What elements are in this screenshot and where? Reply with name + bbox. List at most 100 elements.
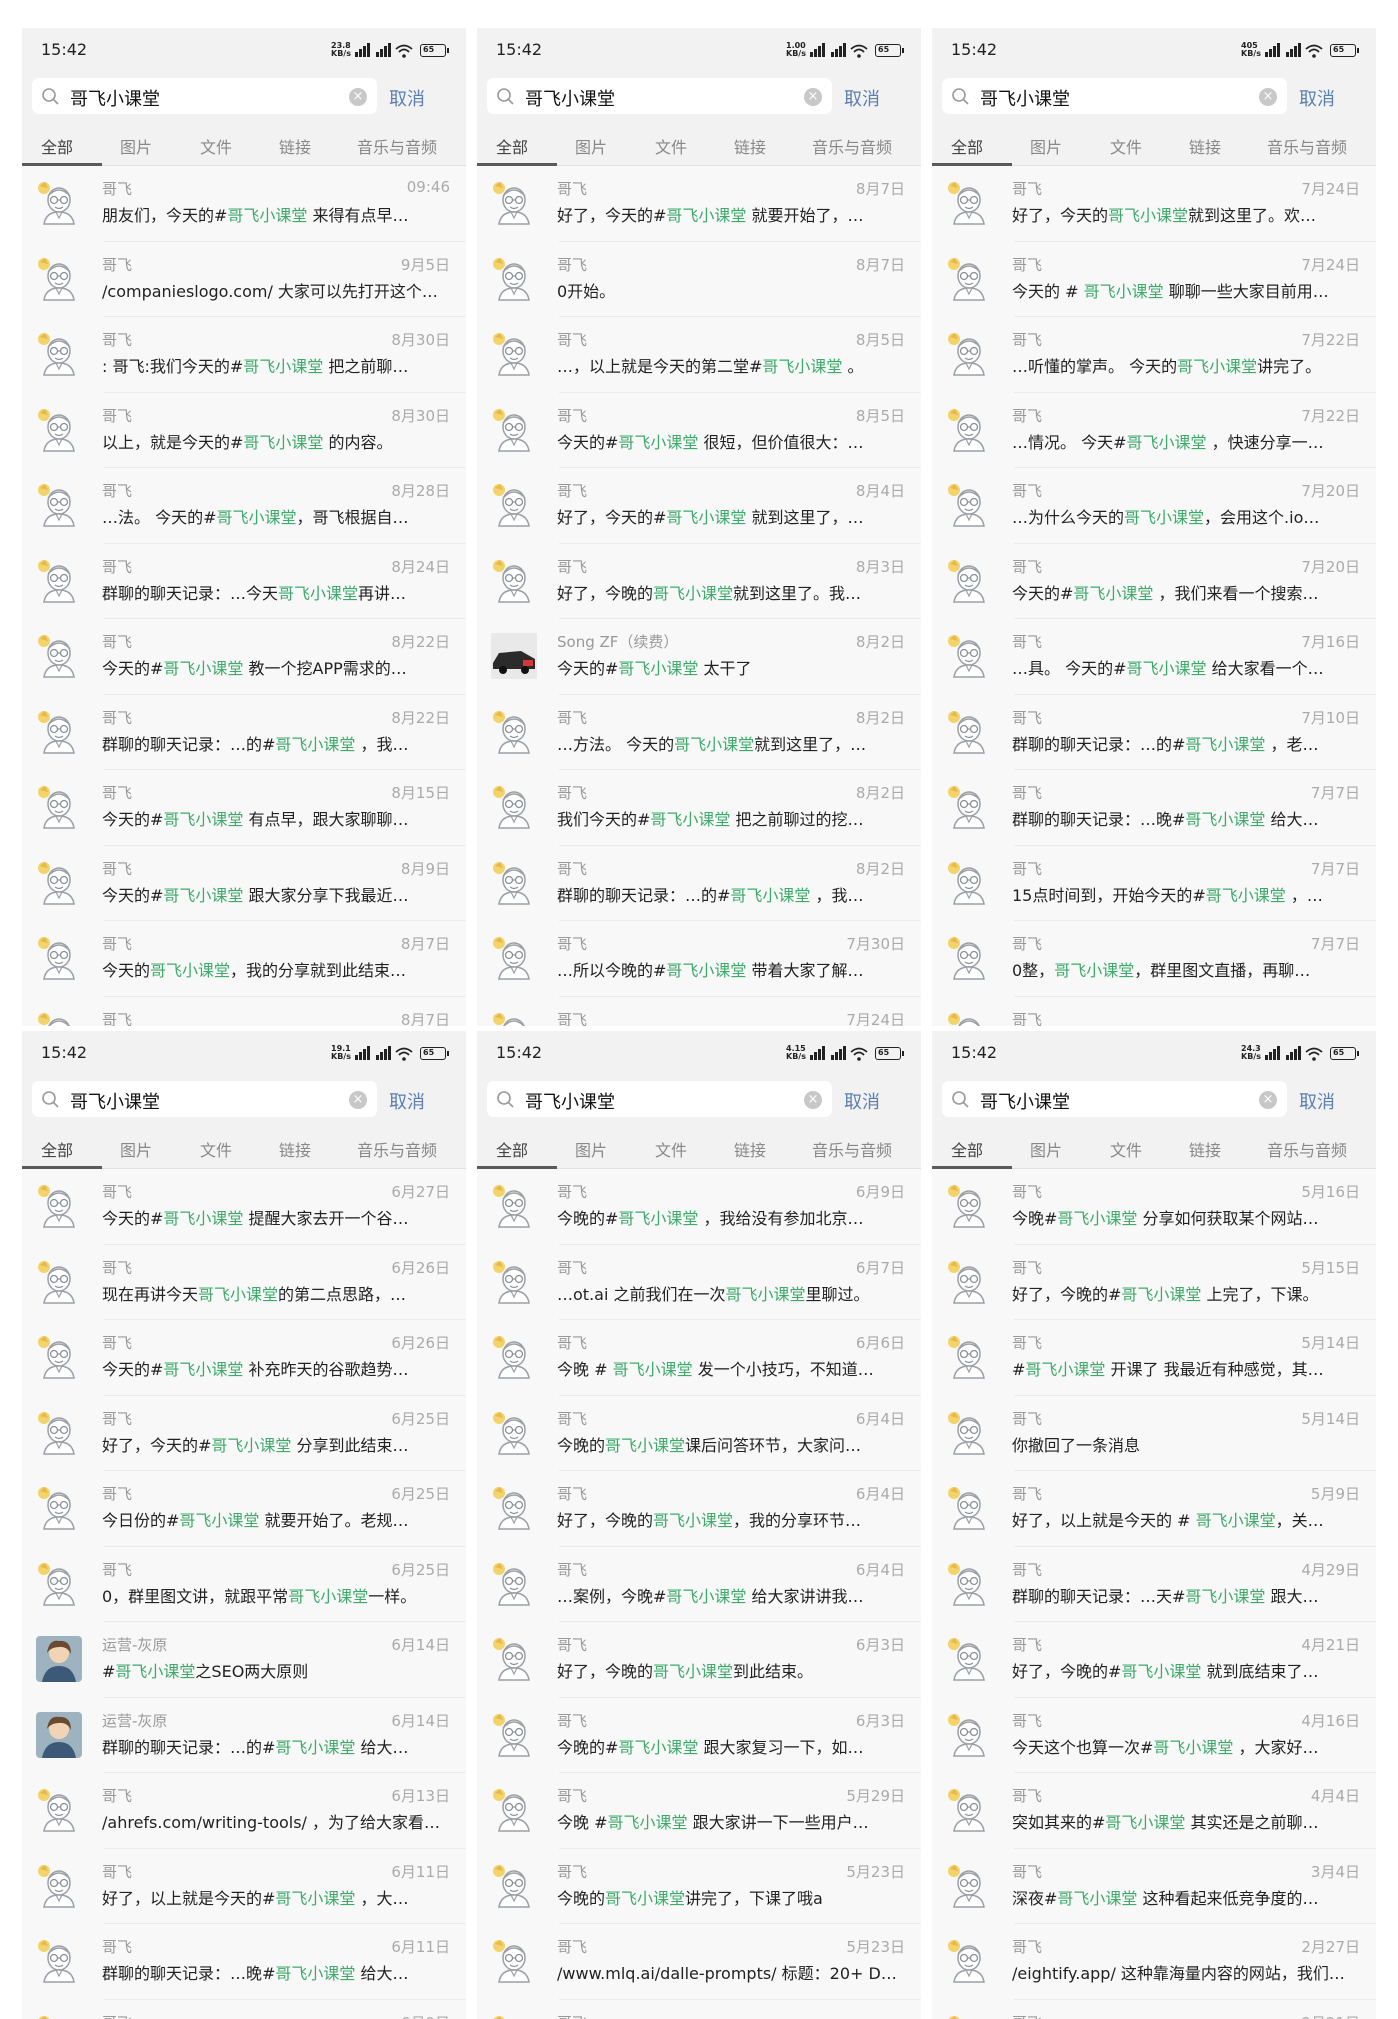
clear-icon[interactable]: × xyxy=(349,1091,367,1109)
cancel-button[interactable]: 取消 xyxy=(389,85,425,111)
list-item[interactable]: 哥飞 8月7日 今天的哥飞小课堂，我的分享就到此结束… xyxy=(22,921,466,997)
list-item[interactable]: 哥飞 6月3日 今晚的#哥飞小课堂 跟大家复习一下，如… xyxy=(477,1697,921,1773)
tab-3[interactable]: 链接 xyxy=(1189,1137,1221,1161)
list-item[interactable]: 哥飞 6月11日 好了，以上就是今天的#哥飞小课堂 ，大… xyxy=(22,1848,466,1924)
list-item[interactable]: 哥飞 7月24日 xyxy=(477,996,921,1026)
list-item[interactable]: 哥飞 9月5日/companieslogo.com/ 大家可以先打开这个… xyxy=(22,241,466,317)
list-item[interactable]: 哥飞 6月25日 好了，今天的#哥飞小课堂 分享到此结束… xyxy=(22,1395,466,1471)
list-item[interactable]: 哥飞 3月4日 深夜#哥飞小课堂 这种看起来低竞争度的… xyxy=(932,1848,1376,1924)
list-item[interactable]: 哥飞 8月2日 …方法。 今天的哥飞小课堂就到这里了，… xyxy=(477,694,921,770)
list-item[interactable]: 哥飞 6月9日 xyxy=(22,1999,466,2019)
list-item[interactable]: 哥飞 6月11日 群聊的聊天记录：…晚#哥飞小课堂 给大… xyxy=(22,1924,466,2000)
tab-0[interactable]: 全部 xyxy=(496,1137,528,1161)
list-item[interactable]: 哥飞 7月7日 0整，哥飞小课堂，群里图文直播，再聊… xyxy=(932,921,1376,997)
list-item[interactable]: 哥飞 2月27日/eightify.app/ 这种靠海量内容的网站，我们… xyxy=(932,1924,1376,2000)
search-input[interactable]: 哥飞小课堂 × xyxy=(942,1081,1287,1117)
list-item[interactable]: 哥飞 5月29日 今晚 #哥飞小课堂 跟大家讲一下一些用户… xyxy=(477,1773,921,1849)
list-item[interactable]: 哥飞 8月5日 今天的#哥飞小课堂 很短，但价值很大：… xyxy=(477,392,921,468)
cancel-button[interactable]: 取消 xyxy=(1299,1088,1335,1114)
list-item[interactable]: 哥飞 6月4日 好了，今晚的哥飞小课堂，我的分享环节… xyxy=(477,1471,921,1547)
list-item[interactable]: 哥飞 7月22日 …听懂的掌声。 今天的哥飞小课堂讲完了。 xyxy=(932,317,1376,393)
tab-2[interactable]: 文件 xyxy=(655,134,687,158)
search-input[interactable]: 哥飞小课堂 × xyxy=(32,78,377,114)
list-item[interactable]: 哥飞 7月16日 …具。 今天的#哥飞小课堂 给大家看一个… xyxy=(932,619,1376,695)
tab-3[interactable]: 链接 xyxy=(279,134,311,158)
list-item[interactable]: 运营-灰原 6月14日 #哥飞小课堂之SEO两大原则 xyxy=(22,1622,466,1698)
list-item[interactable]: 哥飞 7月30日 …所以今晚的#哥飞小课堂 带着大家了解… xyxy=(477,921,921,997)
tab-0[interactable]: 全部 xyxy=(41,134,73,158)
search-input[interactable]: 哥飞小课堂 × xyxy=(487,78,832,114)
clear-icon[interactable]: × xyxy=(804,88,822,106)
list-item[interactable]: 哥飞 4月29日 群聊的聊天记录：…天#哥飞小课堂 跟大… xyxy=(932,1546,1376,1622)
list-item[interactable]: 哥飞 8月30日: 哥飞:我们今天的#哥飞小课堂 把之前聊… xyxy=(22,317,466,393)
list-item[interactable]: 哥飞 2月21日 xyxy=(932,1999,1376,2019)
list-item[interactable]: 哥飞 5月14日 你撤回了一条消息 xyxy=(932,1395,1376,1471)
tab-1[interactable]: 图片 xyxy=(120,134,152,158)
list-item[interactable]: 哥飞 4月4日 突如其来的#哥飞小课堂 其实还是之前聊… xyxy=(932,1773,1376,1849)
list-item[interactable]: 哥飞 8月7日 0开始。 xyxy=(477,241,921,317)
clear-icon[interactable]: × xyxy=(804,1091,822,1109)
tab-1[interactable]: 图片 xyxy=(575,1137,607,1161)
list-item[interactable]: 运营-灰原 6月14日 群聊的聊天记录：…的#哥飞小课堂 给大… xyxy=(22,1697,466,1773)
list-item[interactable]: 哥飞 6月25日 今日份的#哥飞小课堂 就要开始了。老规… xyxy=(22,1471,466,1547)
list-item[interactable]: 哥飞 xyxy=(932,996,1376,1026)
list-item[interactable]: 哥飞 6月13日/ahrefs.com/writing-tools/ ，为了给大家… xyxy=(22,1773,466,1849)
tab-1[interactable]: 图片 xyxy=(120,1137,152,1161)
clear-icon[interactable]: × xyxy=(349,88,367,106)
list-item[interactable]: 哥飞 7月20日 …为什么今天的哥飞小课堂，会用这个.io… xyxy=(932,468,1376,544)
list-item[interactable]: 哥飞 6月25日 0，群里图文讲，就跟平常哥飞小课堂一样。 xyxy=(22,1546,466,1622)
search-input[interactable]: 哥飞小课堂 × xyxy=(487,1081,832,1117)
list-item[interactable]: 哥飞 xyxy=(477,1999,921,2019)
list-item[interactable]: 哥飞 7月7日 群聊的聊天记录：…晚#哥飞小课堂 给大… xyxy=(932,770,1376,846)
list-item[interactable]: 哥飞 6月26日 现在再讲今天哥飞小课堂的第二点思路，… xyxy=(22,1244,466,1320)
list-item[interactable]: 哥飞 8月15日 今天的#哥飞小课堂 有点早，跟大家聊聊… xyxy=(22,770,466,846)
list-item[interactable]: 哥飞 7月24日 今天的 # 哥飞小课堂 聊聊一些大家目前用… xyxy=(932,241,1376,317)
cancel-button[interactable]: 取消 xyxy=(1299,85,1335,111)
tab-0[interactable]: 全部 xyxy=(41,1137,73,1161)
tab-0[interactable]: 全部 xyxy=(951,1137,983,1161)
tab-3[interactable]: 链接 xyxy=(734,134,766,158)
list-item[interactable]: 哥飞 8月30日 以上，就是今天的#哥飞小课堂 的内容。 xyxy=(22,392,466,468)
list-item[interactable]: Song ZF（续费） 8月2日 今天的#哥飞小课堂 太干了 xyxy=(477,619,921,695)
list-item[interactable]: 哥飞 7月7日 15点时间到，开始今天的#哥飞小课堂 ，… xyxy=(932,845,1376,921)
search-input[interactable]: 哥飞小课堂 × xyxy=(942,78,1287,114)
tab-4[interactable]: 音乐与音频 xyxy=(357,134,437,158)
clear-icon[interactable]: × xyxy=(1259,88,1277,106)
list-item[interactable]: 哥飞 5月14日 #哥飞小课堂 开课了 我最近有种感觉，其… xyxy=(932,1320,1376,1396)
tab-3[interactable]: 链接 xyxy=(734,1137,766,1161)
list-item[interactable]: 哥飞 8月22日 今天的#哥飞小课堂 教一个挖APP需求的… xyxy=(22,619,466,695)
clear-icon[interactable]: × xyxy=(1259,1091,1277,1109)
list-item[interactable]: 哥飞 6月7日 …ot.ai 之前我们在一次哥飞小课堂里聊过。 xyxy=(477,1244,921,1320)
tab-2[interactable]: 文件 xyxy=(1110,1137,1142,1161)
list-item[interactable]: 哥飞 8月28日 …法。 今天的#哥飞小课堂，哥飞根据自… xyxy=(22,468,466,544)
list-item[interactable]: 哥飞 4月16日 今天这个也算一次#哥飞小课堂 ，大家好… xyxy=(932,1697,1376,1773)
tab-2[interactable]: 文件 xyxy=(200,1137,232,1161)
list-item[interactable]: 哥飞 5月9日 好了，以上就是今天的 # 哥飞小课堂，关… xyxy=(932,1471,1376,1547)
list-item[interactable]: 哥飞 8月5日 …，以上就是今天的第二堂#哥飞小课堂 。 xyxy=(477,317,921,393)
tab-4[interactable]: 音乐与音频 xyxy=(1267,134,1347,158)
list-item[interactable]: 哥飞 8月2日 群聊的聊天记录：…的#哥飞小课堂 ，我… xyxy=(477,845,921,921)
list-item[interactable]: 哥飞 6月6日 今晚 # 哥飞小课堂 发一个小技巧，不知道… xyxy=(477,1320,921,1396)
list-item[interactable]: 哥飞 6月4日 今晚的哥飞小课堂课后问答环节，大家问… xyxy=(477,1395,921,1471)
tab-4[interactable]: 音乐与音频 xyxy=(1267,1137,1347,1161)
tab-4[interactable]: 音乐与音频 xyxy=(812,1137,892,1161)
list-item[interactable]: 哥飞 8月24日 群聊的聊天记录：…今天哥飞小课堂再讲… xyxy=(22,543,466,619)
tab-4[interactable]: 音乐与音频 xyxy=(357,1137,437,1161)
tab-3[interactable]: 链接 xyxy=(1189,134,1221,158)
list-item[interactable]: 哥飞 7月10日 群聊的聊天记录：…的#哥飞小课堂 ，老… xyxy=(932,694,1376,770)
tab-2[interactable]: 文件 xyxy=(1110,134,1142,158)
search-input[interactable]: 哥飞小课堂 × xyxy=(32,1081,377,1117)
list-item[interactable]: 哥飞 8月2日 我们今天的#哥飞小课堂 把之前聊过的挖… xyxy=(477,770,921,846)
tab-3[interactable]: 链接 xyxy=(279,1137,311,1161)
list-item[interactable]: 哥飞 4月21日 好了，今晚的#哥飞小课堂 就到底结束了… xyxy=(932,1622,1376,1698)
list-item[interactable]: 哥飞 8月3日 好了，今晚的哥飞小课堂就到这里了。我… xyxy=(477,543,921,619)
list-item[interactable]: 哥飞 5月23日 今晚的哥飞小课堂讲完了，下课了哦a xyxy=(477,1848,921,1924)
tab-0[interactable]: 全部 xyxy=(496,134,528,158)
tab-2[interactable]: 文件 xyxy=(655,1137,687,1161)
cancel-button[interactable]: 取消 xyxy=(844,1088,880,1114)
list-item[interactable]: 哥飞 7月20日 今天的#哥飞小课堂 ，我们来看一个搜索… xyxy=(932,543,1376,619)
tab-2[interactable]: 文件 xyxy=(200,134,232,158)
tab-1[interactable]: 图片 xyxy=(1030,134,1062,158)
list-item[interactable]: 哥飞 5月16日 今晚#哥飞小课堂 分享如何获取某个网站… xyxy=(932,1169,1376,1245)
list-item[interactable]: 哥飞 8月7日 xyxy=(22,996,466,1026)
